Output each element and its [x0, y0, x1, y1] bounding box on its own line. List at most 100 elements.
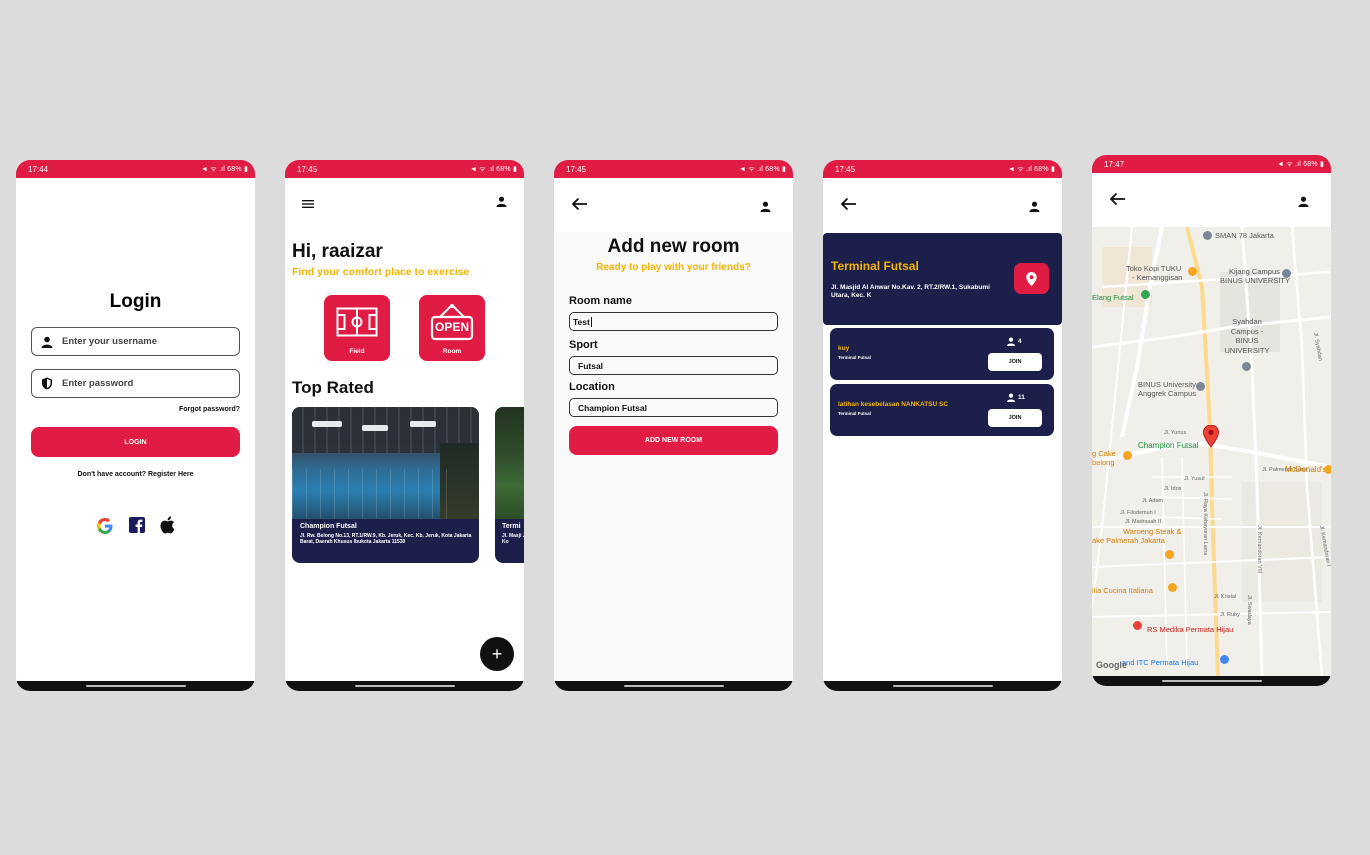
street-label: Jl. Yusuf [1184, 476, 1205, 482]
street-label: Jl. Yunus [1164, 430, 1187, 436]
status-icons: ◄ ᯤ .ıl 68% ▮ [1276, 160, 1324, 168]
page-title: Login [109, 291, 162, 312]
profile-icon[interactable] [760, 199, 771, 212]
street-label: Jl. Kemandoran VIII [1256, 525, 1262, 574]
status-time: 17:45 [835, 164, 856, 174]
street-label: Jl. Madrasah II [1125, 519, 1162, 525]
user-icon [40, 335, 54, 349]
venue-name: Termi [502, 523, 521, 530]
venue-name: Champion Futsal [300, 523, 357, 530]
text-cursor [590, 316, 592, 327]
venue-address: Jl. Masjid Al Anwar No.Kav. 2, RT.2/RW.1… [831, 284, 990, 299]
field-icon [336, 307, 378, 337]
profile-icon[interactable] [1029, 199, 1040, 212]
apple-icon[interactable] [159, 516, 175, 534]
restaurant-pin-icon [1324, 465, 1331, 474]
venue-card[interactable]: Champion Futsal Jl. Rw. Belong No.13, RT… [292, 407, 479, 563]
add-room-screen: 17:45 ◄ ᯤ .ıl 68% ▮ Add new room Ready t… [554, 160, 793, 691]
map-place-label: and ITC Permata Hijau [1122, 658, 1199, 667]
username-field[interactable]: Enter your username [31, 327, 240, 356]
status-bar: 17:45 ◄ ᯤ .ıl 68% ▮ [285, 160, 524, 178]
street-label: Jl. Filodemun I [1120, 510, 1156, 516]
map-place-label: Toko Kopi TUKU - Kemanggisan [1126, 264, 1183, 282]
forgot-password-link[interactable]: Forgot password? [179, 406, 240, 413]
venue-card[interactable]: Termi Jl. Masji Jeruk, Ko [495, 407, 524, 563]
system-nav-bar [554, 681, 793, 691]
profile-icon[interactable] [496, 194, 507, 207]
map-place-label: Elang Futsal [1092, 293, 1134, 302]
room-card[interactable]: latihan kesebelasan NANKATSU SC Terminal… [830, 384, 1054, 436]
room-venue: Terminal Futsal [838, 355, 871, 360]
map-place-label: BINUS University Anggrek Campus [1138, 380, 1196, 398]
room-menu-button[interactable]: OPEN Room [419, 295, 485, 361]
person-icon [1006, 337, 1016, 346]
street-label: Jl. Raya Kebayoran Lama [1202, 492, 1208, 556]
system-nav-bar [285, 681, 524, 691]
status-bar: 17:45 ◄ ᯤ .ıl 68% ▮ [823, 160, 1062, 178]
google-icon[interactable] [96, 517, 114, 535]
street-label: Jl. Adam [1142, 498, 1164, 504]
password-placeholder: Enter password [62, 378, 134, 389]
map-view[interactable]: SMAN 78 Jakarta Toko Kopi TUKU - Kemanggi… [1092, 227, 1331, 677]
login-button[interactable]: LOGIN [31, 427, 240, 457]
back-arrow-icon[interactable] [571, 197, 588, 211]
join-button[interactable]: JOIN [988, 353, 1042, 371]
status-time: 17:44 [28, 164, 49, 174]
page-subtitle: Ready to play with your friends? [596, 262, 751, 273]
hamburger-menu-icon[interactable] [302, 196, 314, 208]
room-name-input[interactable]: Test [569, 312, 778, 331]
cafe-pin-icon [1188, 267, 1197, 276]
map-place-label: SMAN 78 Jakarta [1203, 231, 1274, 240]
restaurant-pin-icon [1168, 583, 1177, 592]
status-icons: ◄ ᯤ .ıl 68% ▮ [200, 165, 248, 173]
venue-address: Jl. Masji Jeruk, Ko [502, 533, 524, 545]
location-label: Location [569, 381, 615, 393]
back-arrow-icon[interactable] [840, 197, 857, 211]
status-time: 17:45 [297, 164, 318, 174]
street-label: Jl. Ruby [1220, 612, 1240, 618]
profile-icon[interactable] [1298, 194, 1309, 207]
add-fab-button[interactable]: + [480, 637, 514, 671]
google-logo: Google [1096, 660, 1127, 670]
system-nav-bar [16, 681, 255, 691]
restaurant-pin-icon [1165, 550, 1174, 559]
username-placeholder: Enter your username [62, 336, 158, 347]
player-count: 11 [1006, 393, 1025, 402]
location-input[interactable]: Champion Futsal [569, 398, 778, 417]
facebook-icon[interactable] [129, 517, 145, 533]
greeting-subtitle: Find your comfort place to exercise [292, 266, 470, 278]
map-place-label: g Cake belong [1092, 449, 1116, 467]
room-name: latihan kesebelasan NANKATSU SC [838, 401, 949, 408]
field-menu-label: Field [349, 348, 365, 355]
map-place-label: RS Medika Permata Hijau [1147, 625, 1234, 634]
school-pin-icon [1242, 362, 1251, 371]
venue-photo [292, 407, 479, 519]
back-arrow-icon[interactable] [1109, 192, 1126, 206]
venue-header: Terminal Futsal Jl. Masjid Al Anwar No.K… [823, 233, 1062, 325]
greeting-title: Hi, raaizar [292, 241, 383, 262]
status-time: 17:45 [566, 164, 587, 174]
venue-address: Jl. Rw. Belong No.13, RT.1/RW.9, Kb. Jer… [300, 533, 472, 545]
shield-icon [40, 377, 54, 391]
player-count: 4 [1006, 337, 1022, 346]
register-link[interactable]: Don't have account? Register Here [16, 471, 255, 478]
map-place-label: Syahdan Campus - BINUS UNIVERSITY [1224, 317, 1270, 355]
field-menu-button[interactable]: Field [324, 295, 390, 361]
location-pin-button[interactable] [1014, 263, 1049, 294]
school-pin-icon [1282, 269, 1291, 278]
location-pin-icon [1026, 272, 1037, 286]
join-button[interactable]: JOIN [988, 409, 1042, 427]
location-pin-icon [1203, 424, 1219, 451]
room-name: kuy [838, 345, 850, 352]
status-bar: 17:44 ◄ ᯤ .ıl 68% ▮ [16, 160, 255, 178]
page-title: Add new room [607, 236, 740, 257]
hospital-pin-icon [1133, 621, 1142, 630]
sport-input[interactable]: Futsal [569, 356, 778, 375]
map-place-label: Champion Futsal [1138, 441, 1199, 450]
password-field[interactable]: Enter password [31, 369, 240, 398]
room-card[interactable]: kuy Terminal Futsal 4 JOIN [830, 328, 1054, 380]
status-bar: 17:47 ◄ ᯤ .ıl 68% ▮ [1092, 155, 1331, 173]
street-label: Jl. Kristal [1214, 594, 1237, 600]
top-rated-heading: Top Rated [292, 378, 374, 397]
add-new-room-button[interactable]: ADD NEW ROOM [569, 426, 778, 455]
